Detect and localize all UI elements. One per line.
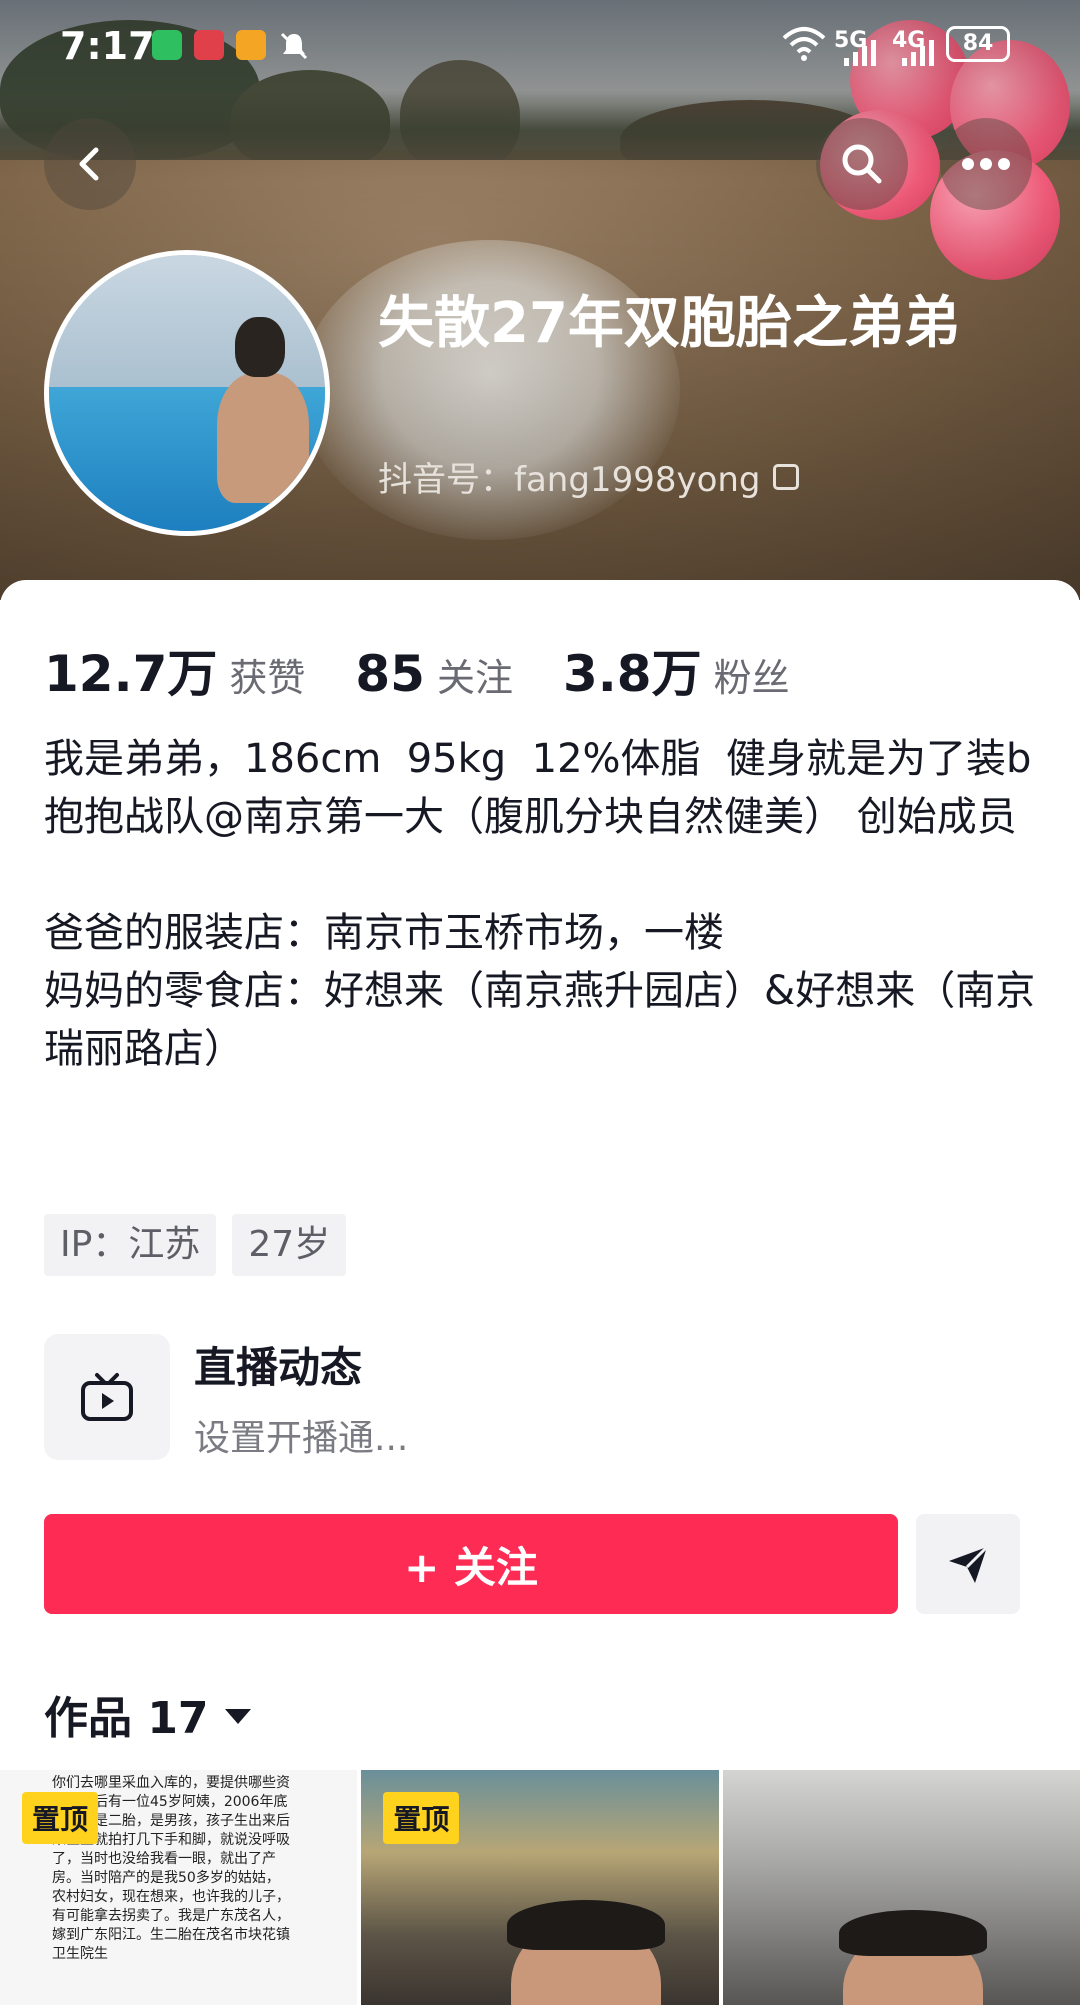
followers-label[interactable]: 粉丝 <box>714 647 790 702</box>
profile-bio: 我是弟弟，186cm 95kg 12%体脂 健身就是为了装b 抱抱战队@南京第一… <box>44 736 1036 1072</box>
mute-bell-icon <box>280 32 308 60</box>
search-button[interactable] <box>816 118 908 210</box>
live-text: 直播动态 设置开播通... <box>194 1334 408 1461</box>
following-label[interactable]: 关注 <box>437 647 513 702</box>
profile-card: 12.7万 获赞 85 关注 3.8万 粉丝 我是弟弟，186cm 95kg 1… <box>0 580 1080 2005</box>
profile-nickname: 失散27年双胞胎之弟弟 <box>378 291 960 356</box>
back-button[interactable] <box>44 118 136 210</box>
work-thumbnail[interactable]: 你们去哪里采血入库的，要提供哪些资料？最后有一位45岁阿姨，2006年底她生的是… <box>0 1770 358 2005</box>
profile-stats: 12.7万 获赞 85 关注 3.8万 粉丝 <box>44 634 840 706</box>
pinned-badge: 置顶 <box>22 1792 99 1844</box>
live-icon-box <box>44 1334 170 1460</box>
message-button[interactable] <box>916 1514 1020 1614</box>
avatar-person-body <box>217 373 309 503</box>
douyin-id-row[interactable]: 抖音号：fang1998yong <box>378 452 799 501</box>
works-label: 作品 17 <box>44 1693 209 1744</box>
search-icon <box>842 144 882 184</box>
pinned-badge: 置顶 <box>383 1792 460 1844</box>
avatar-person-head <box>235 317 285 377</box>
live-title: 直播动态 <box>194 1342 363 1392</box>
following-count[interactable]: 85 <box>355 645 425 703</box>
douyin-id-text: 抖音号：fang1998yong <box>378 460 761 500</box>
chevron-left-icon <box>79 147 99 181</box>
follow-button[interactable]: + 关注 <box>44 1514 898 1614</box>
thumbnail-hair <box>507 1900 666 1950</box>
work-thumbnail[interactable]: 置顶 <box>361 1770 719 2005</box>
age-tag: 27岁 <box>232 1214 347 1276</box>
ip-location-tag: IP：江苏 <box>44 1214 217 1276</box>
profile-tags: IP：江苏 27岁 <box>44 1214 347 1276</box>
likes-count: 12.7万 <box>44 645 218 703</box>
signal-icon <box>844 40 876 66</box>
avatar[interactable] <box>44 250 330 536</box>
status-time: 7:17 <box>60 24 155 68</box>
battery-indicator: 84 <box>946 26 1010 62</box>
live-subtitle: 设置开播通... <box>194 1417 409 1459</box>
likes-label: 获赞 <box>229 656 306 700</box>
live-status-entry[interactable]: 直播动态 设置开播通... <box>44 1332 1024 1462</box>
works-tab[interactable]: 作品 17 <box>44 1682 251 1746</box>
works-grid: 你们去哪里采血入库的，要提供哪些资料？最后有一位45岁阿姨，2006年底她生的是… <box>0 1770 1080 2005</box>
signal-icon <box>902 40 934 66</box>
more-button[interactable] <box>940 118 1032 210</box>
followers-count[interactable]: 3.8万 <box>563 634 702 706</box>
send-icon <box>949 1545 989 1583</box>
more-dots-icon <box>962 158 1010 170</box>
copy-icon[interactable] <box>772 463 799 490</box>
status-bar: 7:17 5G 4G 84 <box>0 18 1080 74</box>
follow-button-label: + 关注 <box>404 1542 538 1592</box>
wifi-icon <box>782 27 826 61</box>
app-notification-icon <box>236 30 266 60</box>
tv-icon <box>81 1373 133 1421</box>
avatar-sky <box>49 255 325 393</box>
app-notification-icon <box>194 30 224 60</box>
work-thumbnail[interactable] <box>722 1770 1080 2005</box>
wechat-icon <box>152 30 182 60</box>
thumbnail-hair <box>838 1910 987 1956</box>
chevron-down-icon <box>224 1708 251 1724</box>
